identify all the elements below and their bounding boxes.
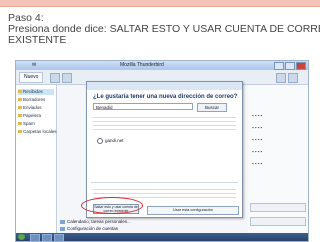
provider-option[interactable]: gandi.net [97, 138, 124, 144]
use-config-button[interactable]: Usar esta configuración [147, 206, 239, 215]
toolbar-icon[interactable] [288, 73, 298, 83]
search-button[interactable]: Buscar [197, 103, 227, 112]
maximize-button[interactable] [285, 62, 295, 70]
new-button[interactable]: Nuevo [19, 72, 44, 83]
list-item[interactable]: ▪ ▪ ▪ ▪ [252, 113, 262, 118]
window-controls [274, 62, 306, 70]
new-email-dialog: ¿Le gustaría tener una nueva dirección d… [86, 81, 243, 218]
list-item[interactable]: ▪ ▪ ▪ ▪ [252, 149, 262, 154]
sidebar-item-borradores[interactable]: Borradores [18, 97, 45, 103]
taskbar-item[interactable] [42, 234, 52, 241]
window-titlebar: ✉ Mozilla Thunderbird [16, 61, 308, 70]
message-list-pane: ▪ ▪ ▪ ▪ ▪ ▪ ▪ ▪ ▪ ▪ ▪ ▪ ▪ ▪ ▪ ▪ ▪ ▪ ▪ ▪ [248, 85, 308, 241]
sidebar-item-recibidos[interactable]: Recibidos [18, 89, 54, 95]
toolbar-icon[interactable] [62, 73, 72, 83]
window-title: Mozilla Thunderbird [120, 62, 164, 68]
dialog-description [93, 114, 236, 132]
dialog-question: ¿Le gustaría tener una nueva dirección d… [93, 94, 238, 100]
bottom-list-item-calendar[interactable]: Calendario, tareas personales... [60, 219, 131, 224]
dialog-separator [91, 182, 238, 183]
email-search-input[interactable]: Benadid [93, 103, 193, 110]
window-tab-label: ✉ [32, 62, 37, 68]
list-item[interactable]: ▪ ▪ ▪ ▪ [252, 161, 262, 166]
sidebar-item-carpetas-locales[interactable]: Carpetas locales [18, 129, 57, 135]
bottom-list-item-accounts[interactable]: Configuración de cuentas [60, 226, 118, 231]
toolbar-icon[interactable] [276, 73, 286, 83]
folder-sidebar: Recibidos Borradores Enviados Papelera S… [16, 85, 57, 241]
list-item[interactable]: ▪ ▪ ▪ ▪ [252, 137, 262, 142]
dialog-terms-text [93, 186, 236, 198]
thunderbird-screenshot: ✉ Mozilla Thunderbird Nuevo Recibidos Bo… [15, 60, 309, 242]
taskbar-item[interactable] [54, 234, 64, 241]
slide-title-line-3: EXISTENTE [8, 34, 67, 46]
slide-top-band [0, 0, 320, 7]
slide: Paso 4: Presiona donde dice: SALTAR ESTO… [0, 0, 320, 242]
minimize-button[interactable] [274, 62, 284, 70]
start-button[interactable] [18, 234, 25, 240]
sidebar-item-enviados[interactable]: Enviados [18, 105, 42, 111]
dialog-titlebar [87, 82, 242, 90]
pane-button[interactable] [250, 217, 306, 226]
sidebar-item-spam[interactable]: Spam [18, 121, 35, 127]
toolbar-icon[interactable] [50, 73, 60, 83]
pane-button[interactable] [250, 203, 306, 212]
list-item[interactable]: ▪ ▪ ▪ ▪ [252, 125, 262, 130]
close-button[interactable] [296, 62, 306, 70]
sidebar-item-papelera[interactable]: Papelera [18, 113, 41, 119]
taskbar-item[interactable] [30, 234, 40, 241]
slide-title: Paso 4: Presiona donde dice: SALTAR ESTO… [8, 13, 320, 46]
skip-and-use-existing-button[interactable]: Saltar esto y usar cuenta de correo exis… [93, 204, 139, 214]
